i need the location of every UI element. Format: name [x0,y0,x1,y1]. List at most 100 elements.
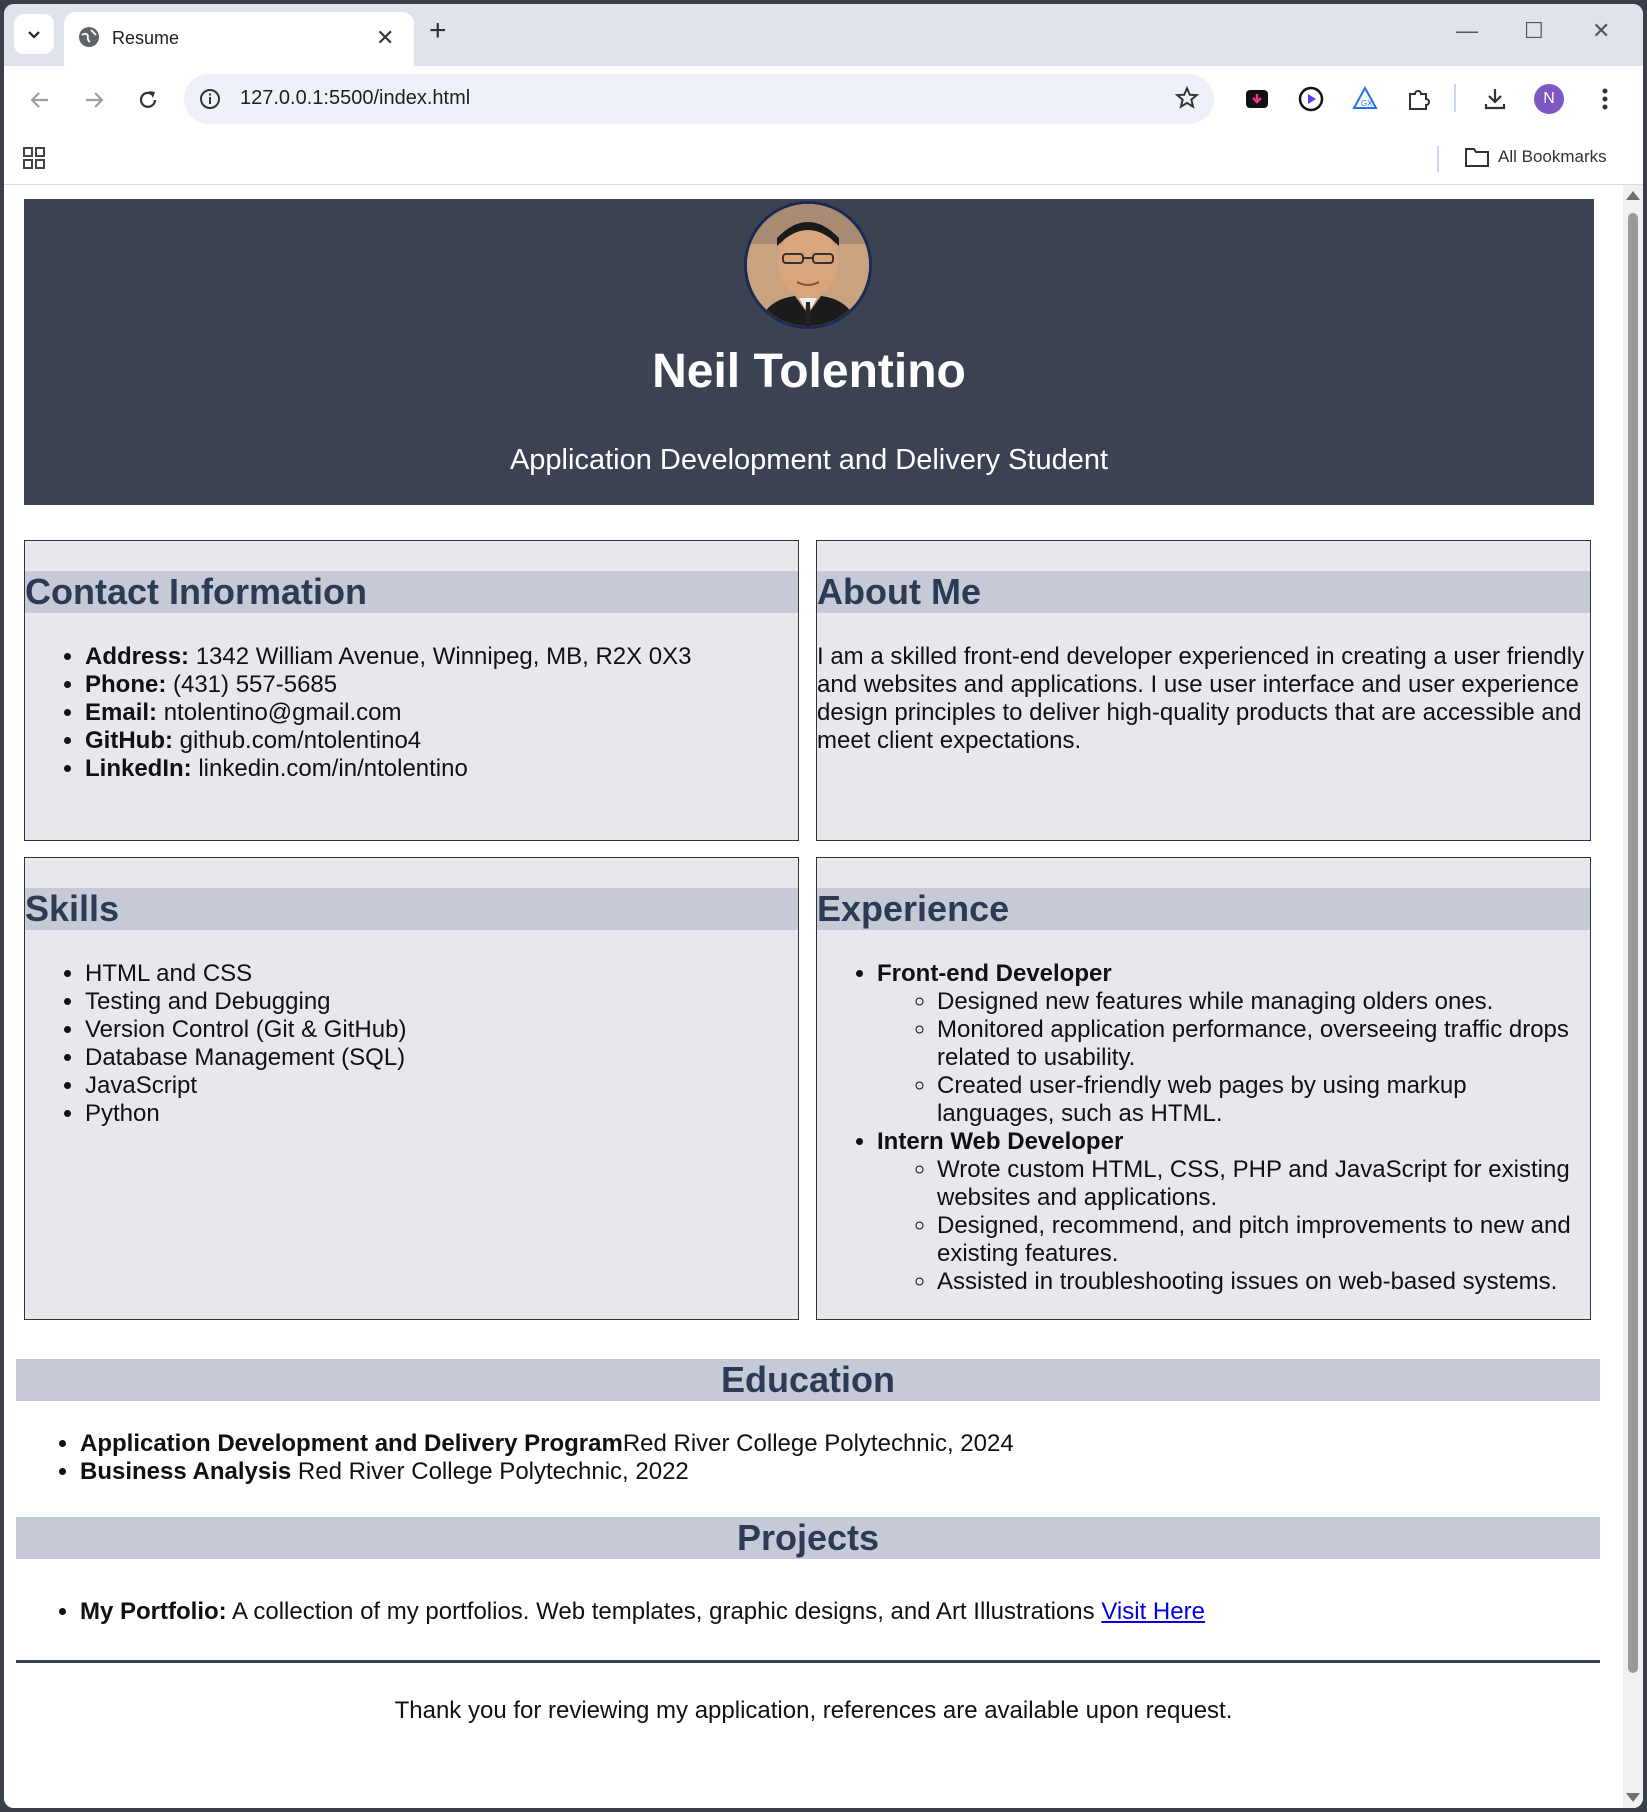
reload-button[interactable] [130,82,166,118]
new-tab-button[interactable]: + [429,16,447,46]
contact-phone: Phone: (431) 557-5685 [85,671,798,699]
all-bookmarks-button[interactable]: All Bookmarks [1464,146,1607,168]
extension-player-icon[interactable] [1294,82,1328,116]
download-icon[interactable] [1478,82,1512,116]
contact-list: Address: 1342 William Avenue, Winnipeg, … [25,643,798,783]
contact-github: GitHub: github.com/ntolentino4 [85,727,798,755]
address-bar[interactable]: 127.0.0.1:5500/index.html [184,74,1214,124]
tab-search-button[interactable] [14,14,54,54]
browser-toolbar: 127.0.0.1:5500/index.html GX N [4,66,1643,134]
forward-button[interactable] [76,82,112,118]
duty-item: Wrote custom HTML, CSS, PHP and JavaScri… [937,1156,1590,1212]
apps-grid-icon[interactable] [22,146,46,170]
job-item: Front-end Developer Designed new feature… [877,960,1590,1128]
vertical-scrollbar[interactable] [1623,185,1643,1808]
bookmarks-divider [1437,146,1439,172]
scroll-thumb[interactable] [1628,213,1638,1673]
education-detail: Red River College Polytechnic, 2024 [622,1430,1014,1457]
duty-item: Assisted in troubleshooting issues on we… [937,1268,1590,1296]
education-list: Application Development and Delivery Pro… [16,1430,1014,1486]
page-viewport: Neil Tolentino Application Development a… [4,185,1643,1808]
skill-item: Database Management (SQL) [85,1044,798,1072]
education-program: Application Development and Delivery Pro… [80,1430,623,1457]
more-menu-icon[interactable] [1588,82,1622,116]
tab-close-icon[interactable]: ✕ [376,25,394,51]
about-text: I am a skilled front-end developer exper… [817,643,1585,754]
experience-list: Front-end Developer Designed new feature… [817,960,1590,1296]
back-button[interactable] [22,82,58,118]
contact-email: Email: ntolentino@gmail.com [85,699,798,727]
star-icon[interactable] [1174,85,1200,111]
skills-card: Skills HTML and CSS Testing and Debuggin… [24,857,799,1320]
contact-label: LinkedIn: [85,755,192,782]
projects-heading: Projects [16,1517,1600,1559]
skill-item: HTML and CSS [85,960,798,988]
site-info-icon[interactable] [198,87,222,111]
experience-card: Experience Front-end Developer Designed … [816,857,1591,1320]
browser-window: Resume ✕ + — ☐ ✕ 127.0.0.1:5500/index.ht… [4,4,1643,1808]
job-item: Intern Web Developer Wrote custom HTML, … [877,1128,1590,1296]
minimize-button[interactable]: — [1456,18,1478,44]
tab-strip: Resume ✕ + — ☐ ✕ [4,4,1643,66]
extensions-puzzle-icon[interactable] [1402,82,1436,116]
contact-value: github.com/ntolentino4 [172,727,422,754]
chevron-down-icon [28,31,40,39]
arrow-left-icon [30,92,48,108]
visit-here-link[interactable]: Visit Here [1101,1598,1205,1625]
all-bookmarks-label: All Bookmarks [1498,147,1607,166]
education-item: Business Analysis Red River College Poly… [80,1458,1014,1486]
contact-address: Address: 1342 William Avenue, Winnipeg, … [85,643,798,671]
url-text: 127.0.0.1:5500/index.html [240,87,471,109]
duty-item: Designed, recommend, and pitch improveme… [937,1212,1590,1268]
footer-divider [16,1660,1600,1663]
resume-title: Application Development and Delivery Stu… [509,444,1109,476]
project-item: My Portfolio: A collection of my portfol… [80,1598,1205,1626]
education-item: Application Development and Delivery Pro… [80,1430,1014,1458]
globe-icon [79,27,99,47]
education-program: Business Analysis [80,1458,292,1485]
extension-downloader-icon[interactable] [1240,82,1274,116]
contact-value: linkedin.com/in/ntolentino [191,755,468,782]
tab-title: Resume [112,28,180,48]
contact-label: Phone: [85,671,167,698]
job-duties: Designed new features while managing old… [877,988,1590,1128]
arrow-right-icon [86,92,104,108]
svg-text:GX: GX [1361,99,1373,108]
job-duties: Wrote custom HTML, CSS, PHP and JavaScri… [877,1156,1590,1296]
close-window-button[interactable]: ✕ [1592,18,1610,44]
project-description: A collection of my portfolios. Web templ… [226,1598,1102,1625]
skill-item: JavaScript [85,1072,798,1100]
job-role: Front-end Developer [877,960,1112,987]
about-heading: About Me [817,571,1590,613]
contact-label: Email: [85,699,158,726]
education-detail: Red River College Polytechnic, 2022 [291,1458,689,1485]
education-heading: Education [16,1359,1600,1401]
footer-text: Thank you for reviewing my application, … [394,1697,1233,1724]
skill-item: Testing and Debugging [85,988,798,1016]
tab-resume[interactable]: Resume ✕ [64,12,414,66]
experience-heading: Experience [817,888,1590,930]
folder-icon [1465,148,1489,167]
contact-value: (431) 557-5685 [166,671,338,698]
skills-heading: Skills [25,888,798,930]
job-role: Intern Web Developer [877,1128,1124,1155]
bookmarks-bar: All Bookmarks [4,134,1643,185]
projects-list: My Portfolio: A collection of my portfol… [16,1598,1205,1626]
contact-label: Address: [85,643,190,670]
about-card: About Me I am a skilled front-end develo… [816,540,1591,841]
scroll-down-arrow-icon[interactable] [1626,1793,1640,1802]
maximize-button[interactable]: ☐ [1524,18,1544,44]
extension-gx-icon[interactable]: GX [1348,82,1382,116]
contact-card: Contact Information Address: 1342 Willia… [24,540,799,841]
contact-linkedin: LinkedIn: linkedin.com/in/ntolentino [85,755,798,783]
duty-item: Created user-friendly web pages by using… [937,1072,1590,1128]
profile-avatar[interactable]: N [1534,84,1564,114]
duty-item: Monitored application performance, overs… [937,1016,1590,1072]
scroll-up-arrow-icon[interactable] [1626,191,1640,200]
contact-heading: Contact Information [25,571,798,613]
skill-item: Version Control (Git & GitHub) [85,1016,798,1044]
resume-name: Neil Tolentino [652,345,966,398]
resume-header: Neil Tolentino Application Development a… [24,199,1594,505]
contact-label: GitHub: [85,727,173,754]
toolbar-divider [1454,84,1456,112]
